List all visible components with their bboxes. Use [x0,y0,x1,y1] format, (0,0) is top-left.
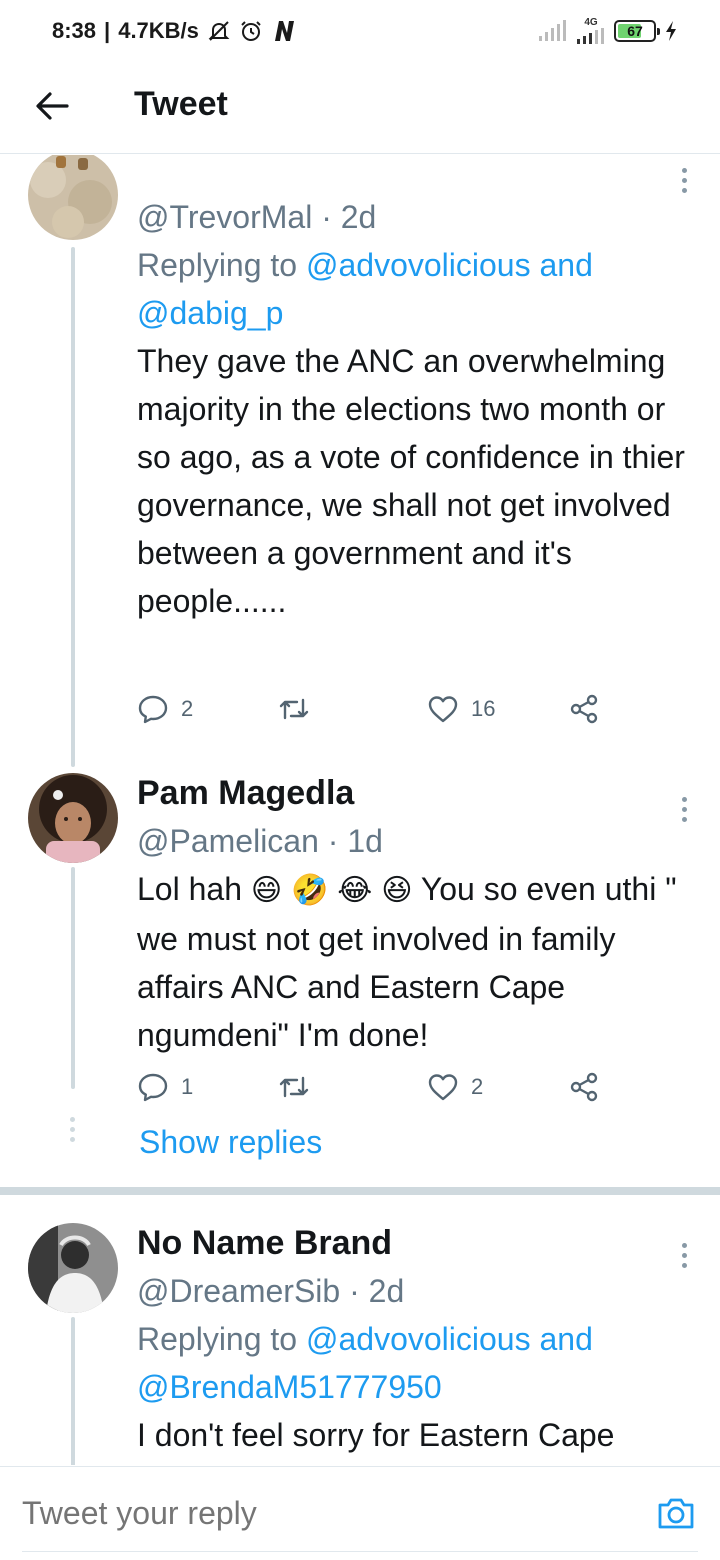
thread-line [71,867,75,1089]
tweet-time: 2d [368,1273,405,1309]
heart-icon [428,1074,458,1101]
share-icon [570,694,598,724]
battery-indicator: 67 [614,20,660,42]
page-title: Tweet [134,85,228,123]
alarm-icon [241,21,261,41]
retweet-button[interactable] [277,689,311,729]
reply-underline [22,1551,698,1552]
mention-and[interactable]: and [539,247,592,283]
tweet-time: 1d [347,823,383,859]
mention-link[interactable]: @advovolicious [306,1321,531,1357]
emoji-rofl: 🤣 [291,874,329,907]
arrow-left-icon [36,92,69,120]
battery-level: 67 [627,23,643,39]
tweet-item[interactable]: @TrevorMal · 2d Replying to @advovolicio… [0,155,720,785]
share-button[interactable] [569,689,599,729]
emoji-grin: 😄 [250,874,283,907]
tweet-item[interactable]: Pam Magedla @Pamelican · 1d Lol hah 😄 🤣 … [0,767,720,1187]
signal-strength-icon [577,28,604,44]
status-net-speed: 4.7KB/s [118,18,199,43]
mention-and[interactable]: and [539,1321,592,1357]
tweet-time: 2d [340,199,377,235]
replying-to: Replying to @advovolicious and @dabig_p [137,241,690,337]
thread-line [71,1317,75,1465]
n-app-icon [274,21,294,41]
display-name[interactable]: No Name Brand [137,1219,690,1267]
status-separator: | [104,18,111,43]
status-right: 4G 67 [538,18,678,44]
conversation-divider [0,1187,720,1195]
reply-button[interactable]: 1 [137,1067,193,1107]
like-count: 16 [471,696,496,721]
tweet-text: I don't feel sorry for Eastern Cape [137,1417,615,1453]
avatar-image [28,773,118,863]
reply-icon [138,695,168,724]
tweet-text-start: Lol hah [137,871,242,907]
reply-icon [138,1073,168,1102]
avatar[interactable] [28,773,118,863]
display-name[interactable]: Pam Magedla [137,769,690,817]
tweet-meta: @TrevorMal · 2d [137,199,377,235]
status-bar: 8:38 | 4.7KB/s 4G 67 [0,0,720,66]
retweet-button[interactable] [277,1067,311,1107]
avatar-image [28,1223,118,1313]
mention-link[interactable]: @advovolicious [306,247,531,283]
charging-icon [666,21,676,41]
tweet-text: Lol hah 😄 🤣 😂 😆 You so even uthi " we mu… [137,865,690,1059]
network-indicator: 4G [576,18,606,44]
thread-continuation [70,1117,76,1142]
camera-icon [658,1498,694,1529]
status-left: 8:38 | 4.7KB/s [52,18,297,44]
replying-to: Replying to @advovolicious and @BrendaM5… [137,1315,690,1411]
mention-link[interactable]: @BrendaM51777950 [137,1369,442,1405]
thread-line [71,247,75,767]
user-handle[interactable]: @Pamelican [137,823,319,859]
reply-count: 2 [181,696,194,721]
mute-icon [208,21,230,41]
status-time: 8:38 [52,18,97,43]
tweet-body: @TrevorMal · 2d Replying to @advovolicio… [137,193,690,625]
show-replies-link[interactable]: Show replies [139,1120,322,1164]
replying-prefix: Replying to [137,247,298,283]
top-app-bar: Tweet [0,66,720,154]
like-count: 2 [471,1074,484,1099]
mention-link[interactable]: @dabig_p [137,295,283,331]
like-button[interactable]: 2 [427,1067,483,1107]
like-button[interactable]: 16 [427,689,495,729]
retweet-icon [279,1076,309,1098]
heart-icon [428,696,458,723]
user-handle[interactable]: @TrevorMal [137,199,312,235]
tweet-body: No Name Brand @DreamerSib · 2d Replying … [137,1219,690,1459]
tweet-actions: 2 16 [137,689,617,729]
camera-button[interactable] [656,1493,696,1533]
signal-icon [539,20,566,41]
retweet-icon [279,698,309,720]
tweet-body: Pam Magedla @Pamelican · 1d Lol hah 😄 🤣 … [137,769,690,1059]
reply-button[interactable]: 2 [137,689,193,729]
reply-input[interactable] [22,1495,582,1532]
share-button[interactable] [569,1067,599,1107]
tweet-feed[interactable]: @TrevorMal · 2d Replying to @advovolicio… [0,155,720,1465]
tweet-meta: @DreamerSib · 2d [137,1273,405,1309]
network-type: 4G [584,17,598,28]
avatar[interactable] [28,1223,118,1313]
emoji-laughing: 😆 [381,874,413,907]
avatar-image [28,155,118,240]
replying-prefix: Replying to [137,1321,298,1357]
emoji-joy: 😂 [337,874,373,907]
tweet-text: They gave the ANC an overwhelming majori… [137,343,685,619]
avatar[interactable] [28,155,118,240]
user-handle[interactable]: @DreamerSib [137,1273,340,1309]
reply-composer [0,1466,720,1560]
tweet-item[interactable]: No Name Brand @DreamerSib · 2d Replying … [0,1213,720,1465]
tweet-meta: @Pamelican · 1d [137,823,383,859]
share-icon [570,1072,598,1102]
reply-count: 1 [181,1074,194,1099]
back-button[interactable] [30,84,74,128]
tweet-actions: 1 2 [137,1067,617,1107]
